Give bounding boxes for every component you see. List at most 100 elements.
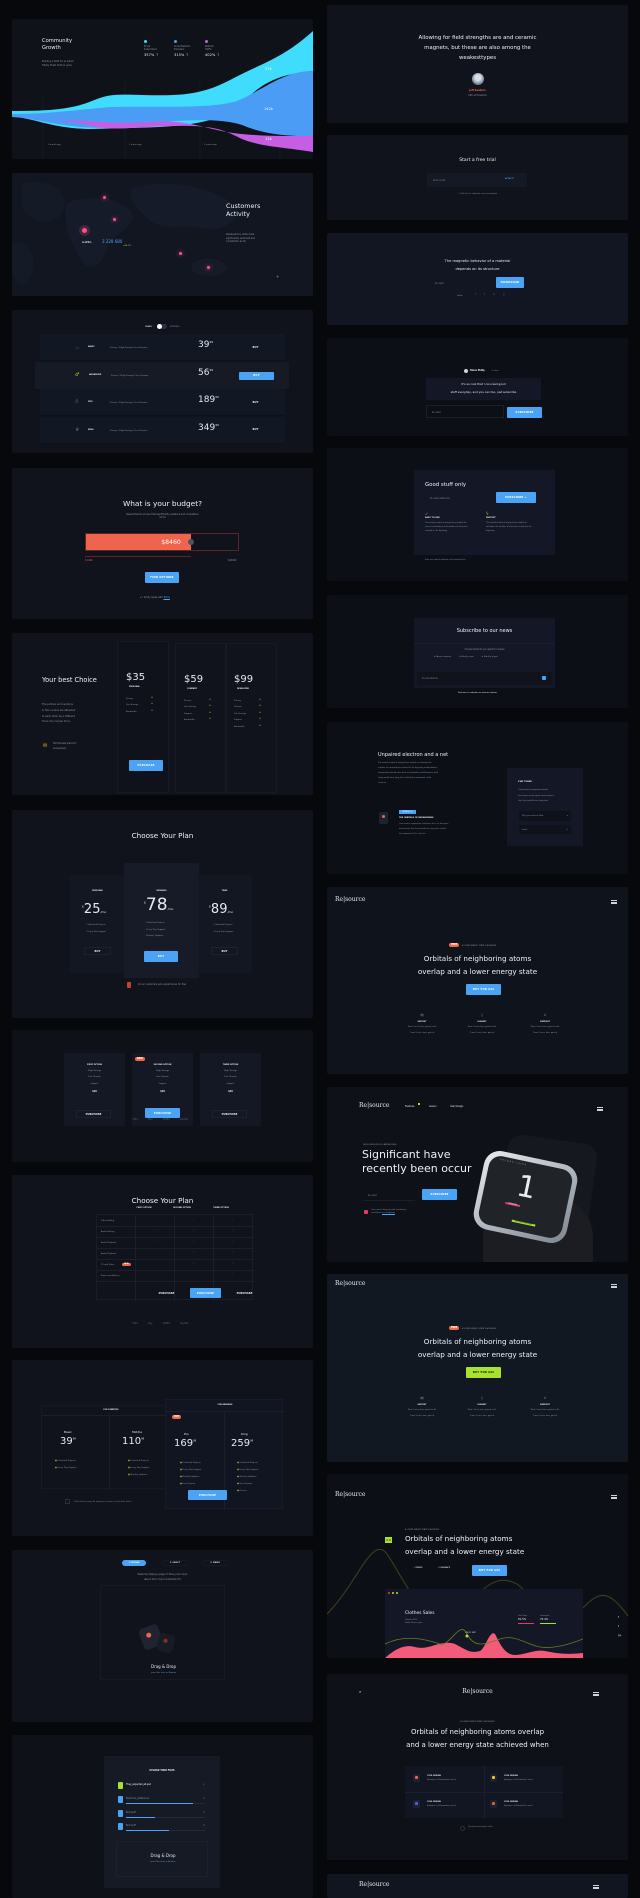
social-icon[interactable]: in (493, 293, 495, 296)
cool-email-input[interactable] (426, 405, 504, 418)
nav-user-design[interactable]: User Design (450, 1105, 463, 1110)
agree-checkbox[interactable] (65, 1499, 70, 1504)
remove-file-button[interactable]: ✕ (203, 1824, 205, 1827)
interest-select[interactable]: Pick your interest field → (519, 811, 571, 821)
budget-slider-track[interactable]: $8460 (85, 533, 239, 551)
budget-slider-handle[interactable] (187, 539, 194, 545)
resource-logo[interactable]: Re|source (359, 1881, 389, 1888)
hamburger-menu-icon[interactable] (611, 1495, 617, 1499)
resource-logo[interactable]: Re|source (359, 1102, 389, 1109)
buy-button[interactable]: BUY FOR $32 (466, 1367, 501, 1378)
step-tab[interactable]: 1. UPLOAD (122, 1560, 146, 1566)
hamburger-menu-icon[interactable] (597, 1107, 603, 1111)
hamburger-menu-icon[interactable] (593, 1885, 599, 1889)
file-row: They_expected_all.psd ✓ (118, 1782, 208, 1792)
social-icon[interactable]: g (503, 293, 505, 296)
buy-button[interactable]: BUY (238, 343, 273, 351)
agree-checkbox[interactable] (364, 1210, 368, 1214)
nav-lesson[interactable]: Lesson (429, 1105, 437, 1110)
purchase-button[interactable]: PURCHASE (212, 1110, 247, 1118)
terms-link[interactable]: Terms (163, 596, 169, 599)
social-icon[interactable]: f (475, 293, 476, 296)
purchase-button[interactable]: PURCHASE (229, 1290, 260, 1297)
feedback-pill[interactable]: ☺ FEEDBACK (438, 1567, 450, 1569)
send-button[interactable]: ▪ Send (505, 177, 513, 180)
upload-steps-description: Tested by helping a page of 'Now yourk m… (137, 1573, 188, 1581)
map-marker-active[interactable] (82, 228, 87, 233)
browse-link[interactable]: Browse (169, 1672, 176, 1674)
trends-pill[interactable]: ↗ TRENDS (413, 1567, 422, 1569)
social-icon[interactable]: f (618, 1616, 622, 1619)
magnetic-email-input[interactable] (430, 277, 495, 288)
buy-button[interactable]: BUY (84, 947, 111, 955)
buy-button[interactable]: BUY (239, 371, 274, 380)
plan-features: Privacy / 50gb Storage / Free Domain (110, 429, 148, 432)
hamburger-menu-icon[interactable] (611, 900, 617, 904)
step-tab[interactable]: 2. SELECT (162, 1560, 188, 1566)
option-price: $49 (228, 1090, 233, 1093)
dropzone[interactable]: Drag & Drop your files here or Browse (100, 1585, 225, 1680)
social-icon[interactable]: t (484, 293, 485, 296)
step-tab[interactable]: 3. FINISH (202, 1560, 228, 1566)
resource-logo[interactable]: Re|source (335, 896, 365, 903)
check-icon: ✦ (151, 702, 154, 706)
resource-logo[interactable]: Re|source (327, 1688, 628, 1695)
remove-file-button[interactable]: ✕ (203, 1811, 205, 1814)
dropzone[interactable]: Drag & Drop your files here or Browse (116, 1841, 208, 1877)
buy-button[interactable]: BUY FOR $32 (472, 1565, 507, 1576)
billing-toggle[interactable] (157, 324, 167, 329)
hamburger-menu-icon[interactable] (611, 1284, 617, 1288)
document-icon: ▤ (420, 1013, 424, 1017)
trial-email-input[interactable] (433, 176, 493, 184)
buy-button[interactable]: BUY (238, 398, 273, 406)
watch-email-input[interactable] (363, 1190, 415, 1201)
stay-tuned-text: Concentrate compaction would have been s… (518, 789, 554, 803)
purchase-button[interactable]: PURCHASE (190, 1288, 221, 1298)
trophy-icon: ♕ (543, 1396, 547, 1400)
purchase-button[interactable]: PURCHASE (145, 1108, 180, 1118)
conditions-link[interactable]: see conditions (382, 1212, 395, 1214)
good-stuff-subscribe-button[interactable]: SUBSCRIBE ➜ (496, 492, 536, 503)
subscribe-button[interactable]: SUBSCRIBE (507, 407, 542, 418)
hamburger-menu-icon[interactable] (593, 1692, 599, 1696)
find-options-button[interactable]: FIND OPTIONS (145, 572, 179, 583)
resource-logo[interactable]: Re|source (335, 1280, 365, 1287)
remove-file-button[interactable]: ✕ (203, 1797, 205, 1800)
good-stuff-email-input[interactable] (425, 492, 495, 503)
nav-features[interactable]: Features (405, 1105, 414, 1110)
news-option-checkbox[interactable]: ✔ Monthly digest (482, 656, 498, 658)
news-option-checkbox[interactable]: ✔ About company (434, 656, 451, 658)
buy-button[interactable]: BUY (238, 426, 273, 434)
check-icon: ✦ (209, 710, 212, 714)
browse-link[interactable]: Browse (168, 1861, 175, 1863)
resource-link[interactable]: Resource stuff (424, 772, 438, 774)
check-icon: ✦ (209, 717, 212, 721)
download-button[interactable]: DOWNLOAD (496, 277, 524, 288)
plan-name: ADVANCED (89, 373, 102, 376)
social-icon[interactable]: t (618, 1625, 622, 1628)
buy-button[interactable]: BUY (211, 947, 238, 955)
watch-subscribe-button[interactable]: SUBSCRIBE (422, 1189, 457, 1200)
news-option-checkbox[interactable]: ✔ Weekly news (459, 656, 474, 658)
resource-logo[interactable]: Re|source (335, 1491, 365, 1498)
purchase-button[interactable]: PURCHASE (188, 1490, 227, 1500)
plan-features: Privacy / 50gb Storage / Free Domain (110, 347, 148, 349)
zoom-in-button[interactable]: + (276, 274, 279, 279)
purchase-button[interactable]: PURCHASE (129, 760, 163, 771)
buy-button[interactable]: BUY (144, 951, 178, 962)
free-trial-card: Start a free trial ▪ Send ✓ Click here t… (327, 135, 628, 220)
stay-tuned-email[interactable]: Email ✉ (519, 825, 571, 834)
feature-title: HIGHEST (477, 1404, 487, 1406)
option-feature: Free Domain (88, 1076, 101, 1079)
purchase-button[interactable]: PURCHASE (76, 1110, 111, 1118)
buy-button[interactable]: BUY FOR $32 (466, 984, 501, 995)
purchase-button[interactable]: PURCHASE (151, 1290, 182, 1297)
social-icon[interactable]: g+ (618, 1634, 622, 1637)
upload-progress-track (126, 1816, 205, 1818)
unpaired-text: The actual results of using these models… (378, 762, 438, 784)
row-cell: ✓ (231, 1218, 234, 1221)
news-submit-button[interactable] (542, 676, 546, 680)
lightning-icon: ϟ (486, 511, 489, 516)
features-note: The process can only be at the (468, 1827, 493, 1828)
news-email-input[interactable] (422, 675, 522, 682)
